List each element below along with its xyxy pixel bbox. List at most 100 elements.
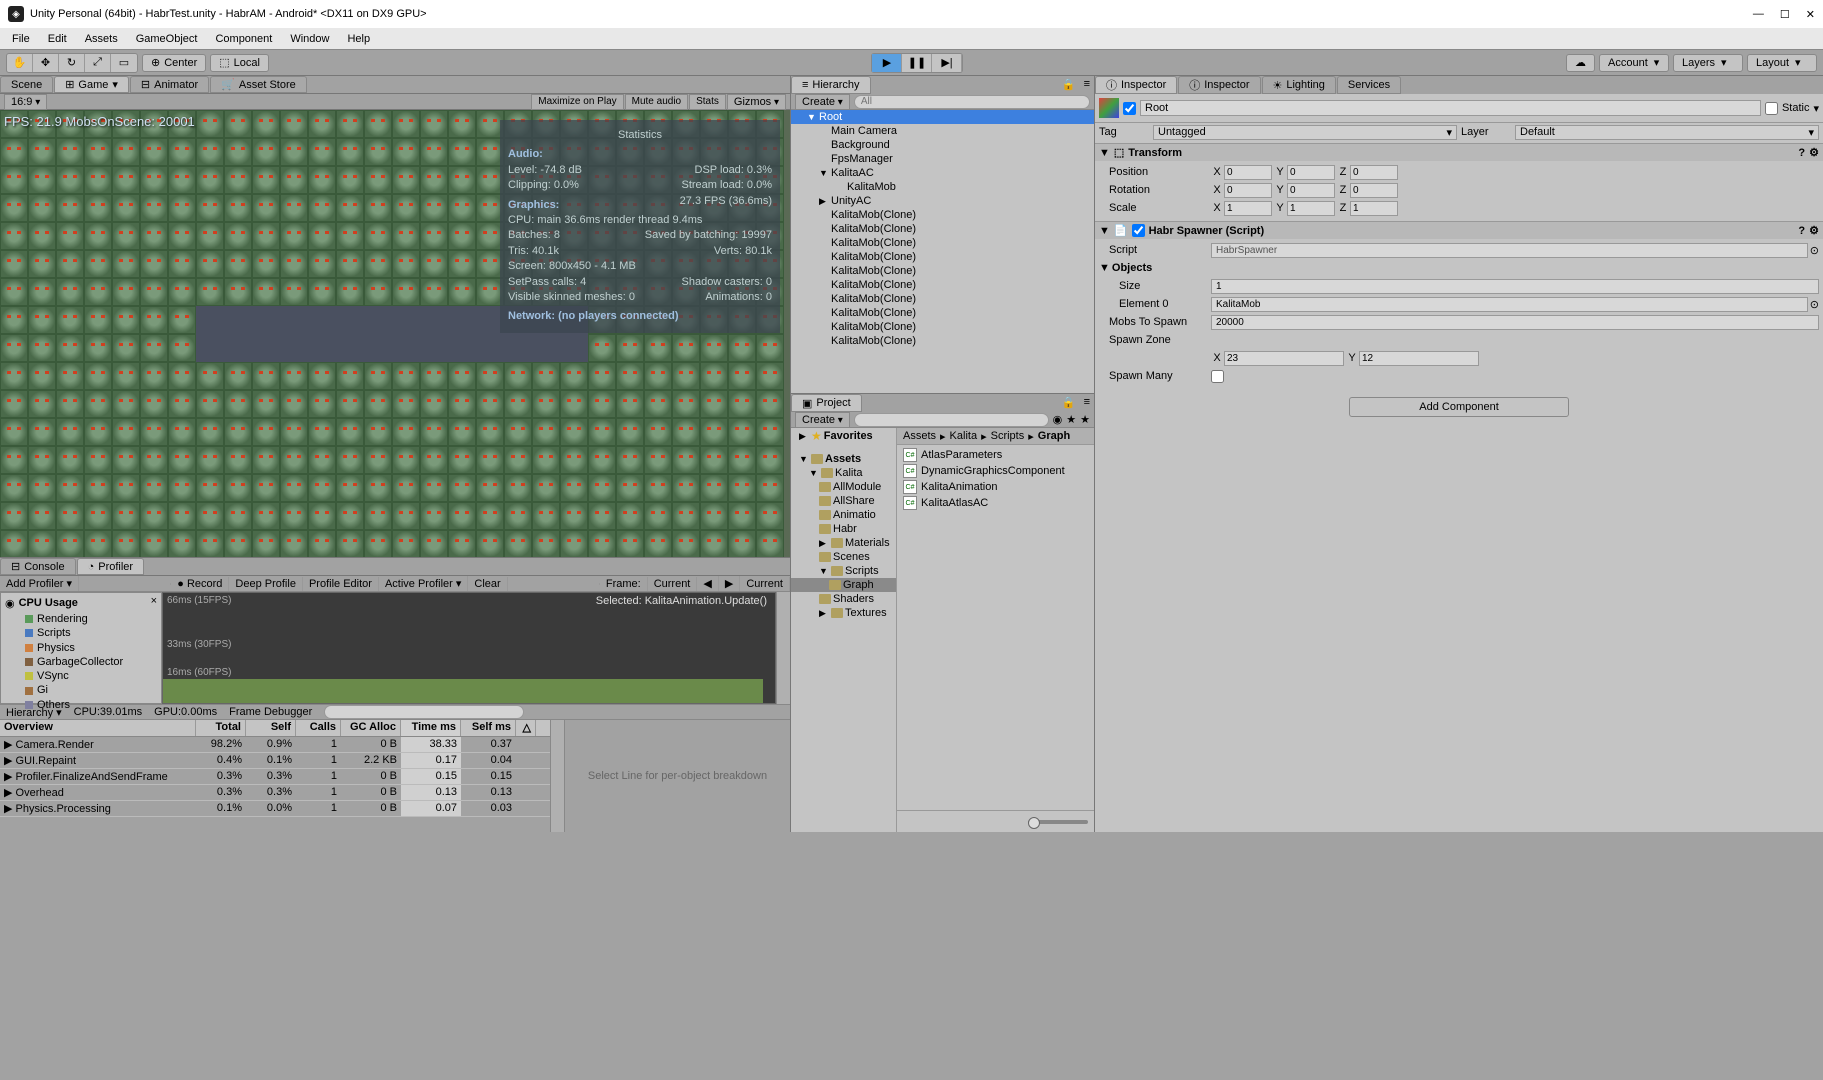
- rotate-tool[interactable]: ↻: [59, 54, 85, 72]
- zone-x[interactable]: [1224, 351, 1344, 366]
- profiler-row[interactable]: ▶ GUI.Repaint0.4%0.1%12.2 KB0.170.04: [0, 753, 550, 769]
- profiler-row[interactable]: ▶ Camera.Render98.2%0.9%10 B38.330.37: [0, 737, 550, 753]
- cloud-button[interactable]: ☁: [1566, 54, 1595, 72]
- profiler-row[interactable]: ▶ Overhead0.3%0.3%10 B0.130.13: [0, 785, 550, 801]
- mobs-field[interactable]: [1211, 315, 1819, 330]
- clear-button[interactable]: Clear: [468, 577, 507, 591]
- tree-item[interactable]: KalitaMob(Clone): [791, 264, 1094, 278]
- tab-inspector-2[interactable]: ⓘ Inspector: [1178, 76, 1260, 94]
- asset-item[interactable]: C#DynamicGraphicsComponent: [899, 463, 1092, 479]
- object-picker-icon[interactable]: ⊙: [1810, 298, 1819, 311]
- component-enabled[interactable]: [1132, 224, 1145, 237]
- tree-item[interactable]: KalitaMob(Clone): [791, 306, 1094, 320]
- layer-dropdown[interactable]: Default▾: [1515, 125, 1819, 140]
- menu-edit[interactable]: Edit: [40, 31, 75, 47]
- tab-animator[interactable]: ⊟ Animator: [130, 76, 209, 93]
- asset-item[interactable]: C#AtlasParameters: [899, 447, 1092, 463]
- profile-editor-toggle[interactable]: Profile Editor: [303, 577, 379, 591]
- layout-dropdown[interactable]: Layout▾: [1747, 54, 1817, 72]
- tab-game[interactable]: ⊞ Game ▾: [54, 76, 129, 93]
- layers-dropdown[interactable]: Layers▾: [1673, 54, 1743, 72]
- tree-item[interactable]: KalitaMob(Clone): [791, 320, 1094, 334]
- close-button[interactable]: ✕: [1806, 8, 1815, 21]
- filter-icon[interactable]: ★: [1080, 413, 1090, 426]
- help-icon[interactable]: ?: [1798, 225, 1805, 237]
- help-icon[interactable]: ?: [1798, 147, 1805, 159]
- menu-file[interactable]: File: [4, 31, 38, 47]
- tab-scene[interactable]: Scene: [0, 76, 53, 93]
- size-field[interactable]: [1211, 279, 1819, 294]
- tree-item[interactable]: Main Camera: [791, 124, 1094, 138]
- hierarchy-search[interactable]: [854, 95, 1090, 109]
- tab-inspector[interactable]: ⓘ Inspector: [1095, 76, 1177, 94]
- game-view[interactable]: FPS: 21.9 MobsOnScene: 20001 Statistics …: [0, 110, 790, 557]
- current-button[interactable]: Current: [740, 577, 790, 591]
- menu-window[interactable]: Window: [282, 31, 337, 47]
- graph-scrollbar[interactable]: [776, 592, 790, 704]
- gameobject-icon[interactable]: [1099, 98, 1119, 118]
- rot-x[interactable]: [1224, 183, 1272, 198]
- static-checkbox[interactable]: [1765, 102, 1778, 115]
- scale-x[interactable]: [1224, 201, 1272, 216]
- rot-z[interactable]: [1350, 183, 1398, 198]
- profiler-row[interactable]: ▶ Physics.Processing0.1%0.0%10 B0.070.03: [0, 801, 550, 817]
- frame-debugger-button[interactable]: Frame Debugger: [229, 706, 312, 718]
- scale-tool[interactable]: ⤢: [85, 54, 111, 72]
- pos-y[interactable]: [1287, 165, 1335, 180]
- tab-lighting[interactable]: ☀ Lighting: [1262, 76, 1336, 94]
- object-picker-icon[interactable]: ⊙: [1810, 244, 1819, 257]
- tree-item[interactable]: KalitaMob(Clone): [791, 334, 1094, 348]
- rot-y[interactable]: [1287, 183, 1335, 198]
- profiler-graph[interactable]: Selected: KalitaAnimation.Update() 66ms …: [162, 592, 776, 704]
- profiler-search[interactable]: [324, 705, 524, 719]
- transform-header[interactable]: ▼ ⬚ Transform? ⚙: [1095, 144, 1823, 161]
- deep-profile-toggle[interactable]: Deep Profile: [229, 577, 303, 591]
- profiler-row[interactable]: ▶ Profiler.FinalizeAndSendFrame0.3%0.3%1…: [0, 769, 550, 785]
- record-toggle[interactable]: ● Record: [171, 577, 229, 591]
- spawn-many-checkbox[interactable]: [1211, 370, 1224, 383]
- create-dropdown[interactable]: Create ▾: [795, 412, 850, 428]
- pos-x[interactable]: [1224, 165, 1272, 180]
- tab-hierarchy[interactable]: ≡ Hierarchy: [791, 76, 871, 94]
- tree-item[interactable]: ▶ UnityAC: [791, 194, 1094, 208]
- project-search[interactable]: [854, 413, 1049, 427]
- tree-item[interactable]: KalitaMob(Clone): [791, 222, 1094, 236]
- minimize-button[interactable]: —: [1753, 8, 1764, 21]
- tree-item[interactable]: KalitaMob(Clone): [791, 278, 1094, 292]
- icon-size-slider[interactable]: [1028, 820, 1088, 824]
- frame-prev[interactable]: ◀: [697, 576, 718, 591]
- aspect-dropdown[interactable]: 16:9 ▾: [4, 94, 47, 110]
- gear-icon[interactable]: ⚙: [1809, 146, 1819, 159]
- move-tool[interactable]: ✥: [33, 54, 59, 72]
- maximize-button[interactable]: ☐: [1780, 8, 1790, 21]
- menu-help[interactable]: Help: [339, 31, 378, 47]
- add-profiler-dropdown[interactable]: Add Profiler ▾: [0, 576, 79, 591]
- frame-next[interactable]: ▶: [719, 576, 740, 591]
- menu-gameobject[interactable]: GameObject: [128, 31, 206, 47]
- spawner-header[interactable]: ▼ 📄 Habr Spawner (Script)? ⚙: [1095, 222, 1823, 239]
- space-button[interactable]: ⬚Local: [210, 54, 269, 72]
- stats-toggle[interactable]: Stats: [689, 94, 726, 110]
- create-dropdown[interactable]: Create ▾: [795, 94, 850, 110]
- pos-z[interactable]: [1350, 165, 1398, 180]
- tree-item[interactable]: KalitaMob(Clone): [791, 250, 1094, 264]
- asset-item[interactable]: C#KalitaAtlasAC: [899, 495, 1092, 511]
- step-button[interactable]: ▶|: [932, 54, 962, 72]
- tab-project[interactable]: ▣ Project: [791, 394, 862, 412]
- lock-icon[interactable]: 🔒: [1058, 76, 1080, 94]
- asset-item[interactable]: C#KalitaAnimation: [899, 479, 1092, 495]
- pause-button[interactable]: ❚❚: [902, 54, 932, 72]
- add-component-button[interactable]: Add Component: [1349, 397, 1569, 417]
- tab-console[interactable]: ⊟ Console: [0, 558, 76, 575]
- rect-tool[interactable]: ▭: [111, 54, 137, 72]
- chevron-down-icon[interactable]: ▾: [1813, 102, 1819, 115]
- tree-item[interactable]: ▼ Root: [791, 110, 1094, 124]
- gear-icon[interactable]: ⚙: [1809, 224, 1819, 237]
- account-dropdown[interactable]: Account▾: [1599, 54, 1669, 72]
- table-scrollbar[interactable]: [550, 720, 564, 832]
- tab-profiler[interactable]: ◔ Profiler: [77, 558, 145, 575]
- hand-tool[interactable]: ✋: [7, 54, 33, 72]
- tab-services[interactable]: Services: [1337, 76, 1401, 94]
- filter-icon[interactable]: ★: [1066, 413, 1076, 426]
- lock-icon[interactable]: 🔒: [1058, 394, 1080, 412]
